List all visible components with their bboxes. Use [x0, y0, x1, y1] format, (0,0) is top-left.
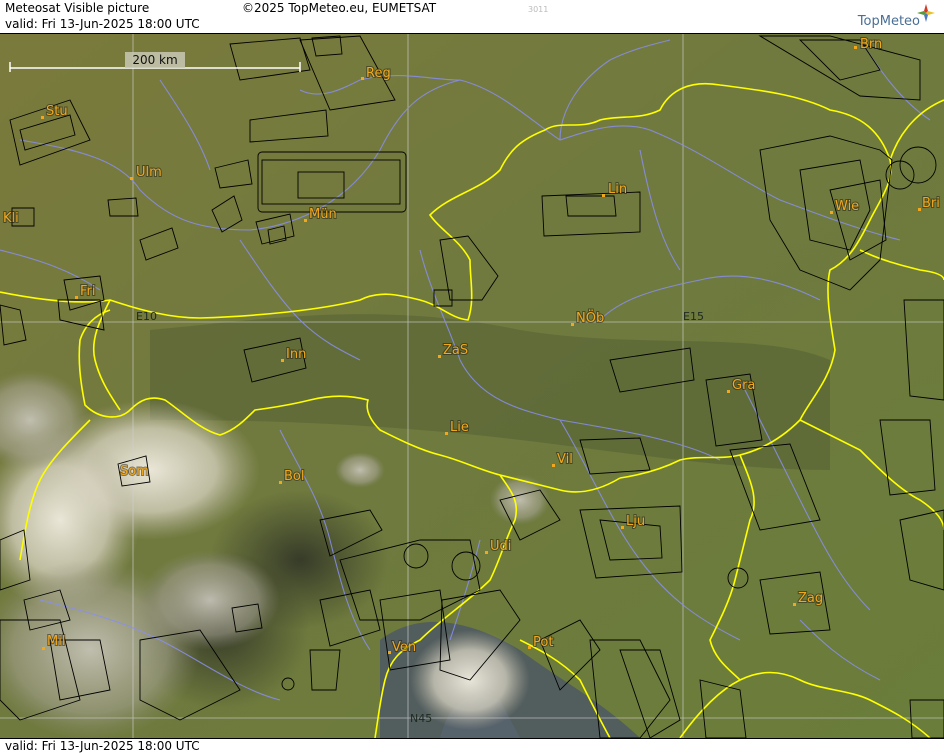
header-bar: Meteosat Visible picture ©2025 TopMeteo.…: [0, 0, 944, 34]
city-label-fri[interactable]: Fri: [79, 283, 97, 300]
city-label-ven[interactable]: Ven: [391, 639, 417, 656]
city-label-bri[interactable]: Bri: [921, 195, 941, 212]
city-label-brn[interactable]: Brn: [859, 36, 883, 53]
city-label-lju[interactable]: Lju: [625, 513, 646, 530]
satellite-map[interactable]: 200 km E10 E15 N45 Brn Reg Stu Ulm Mün K…: [0, 34, 944, 738]
city-label-ulm[interactable]: Ulm: [135, 164, 163, 181]
city-label-kli[interactable]: Kli: [2, 210, 20, 227]
city-label-pot[interactable]: Pot: [532, 634, 554, 651]
city-label-udi[interactable]: Udi: [489, 538, 512, 555]
city-label-vil[interactable]: Vil: [556, 451, 574, 468]
city-label-lie[interactable]: Lie: [449, 419, 470, 436]
city-label-stu[interactable]: Stu: [45, 103, 69, 120]
footer-valid-time: valid: Fri 13-Jun-2025 18:00 UTC: [5, 739, 200, 753]
city-label-zag[interactable]: Zag: [797, 590, 824, 607]
grid-label-e15: E15: [683, 310, 704, 323]
city-label-gra[interactable]: Gra: [731, 377, 756, 394]
city-label-wie[interactable]: Wie: [834, 198, 860, 215]
grid-label-e10: E10: [136, 310, 157, 323]
product-title: Meteosat Visible picture: [5, 1, 150, 15]
copyright-text: ©2025 TopMeteo.eu, EUMETSAT: [242, 1, 437, 15]
city-label-som[interactable]: Som: [119, 463, 150, 480]
city-label-zas[interactable]: ZaS: [442, 342, 469, 359]
map-frame: Meteosat Visible picture ©2025 TopMeteo.…: [0, 0, 944, 753]
scale-label: 200 km: [132, 53, 177, 67]
city-label-mil[interactable]: Mil: [46, 633, 66, 650]
city-label-mun[interactable]: Mün: [308, 206, 338, 223]
map-canvas: 200 km E10 E15 N45 Brn Reg Stu Ulm Mün K…: [0, 34, 944, 738]
city-label-inn[interactable]: Inn: [285, 346, 307, 363]
city-label-lin[interactable]: Lin: [607, 181, 628, 198]
product-code: 3011: [528, 5, 549, 14]
grid-label-n45: N45: [410, 712, 432, 725]
city-label-nob[interactable]: NÖb: [575, 308, 605, 327]
city-label-bol[interactable]: Bol: [283, 468, 305, 485]
topmeteo-logo-icon[interactable]: [838, 2, 938, 32]
valid-time: valid: Fri 13-Jun-2025 18:00 UTC: [5, 17, 200, 31]
footer-bar: valid: Fri 13-Jun-2025 18:00 UTC: [0, 738, 944, 753]
city-label-reg[interactable]: Reg: [365, 65, 392, 82]
